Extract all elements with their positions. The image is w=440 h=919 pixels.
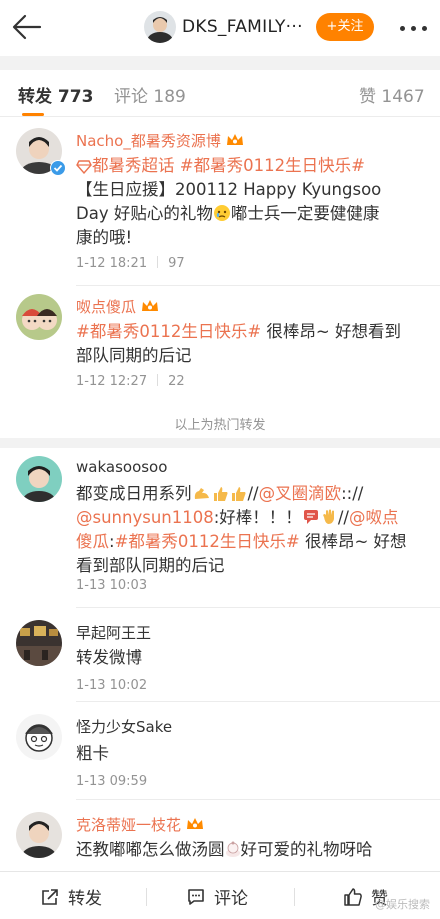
user-name[interactable]: Nacho_都暑秀资源博 (76, 130, 245, 151)
like-count[interactable]: 97 (168, 256, 185, 271)
list-item[interactable]: 呶点傻瓜 #都暑秀0112生日快乐# 很棒昂~ 好想看到 部队同期的后记 1-1… (0, 286, 440, 398)
tab-likes[interactable]: 赞 1467 (359, 82, 425, 107)
timestamp: 1-13 10:02 (76, 678, 148, 693)
list-item[interactable]: wakasoosoo 都变成日用系列//@叉圈滴欧::// @sunnysun1… (0, 448, 440, 608)
crown-icon (142, 300, 159, 311)
tab-comments[interactable]: 评论 189 (114, 82, 186, 107)
repost-text: 都暑秀超话 #都暑秀0112生日快乐# 【生日应援】200112 Happy K… (76, 154, 424, 250)
back-arrow-icon[interactable] (10, 12, 44, 42)
repost-text: #都暑秀0112生日快乐# 很棒昂~ 好想看到 部队同期的后记 (76, 320, 424, 368)
more-icon[interactable] (398, 26, 428, 32)
repost-text: 都变成日用系列//@叉圈滴欧::// @sunnysun1108:好棒！！！//… (76, 482, 424, 578)
timestamp: 1-13 09:59 (76, 774, 148, 789)
speech-bubble-emoji-icon (303, 510, 318, 524)
user-name[interactable]: 呶点傻瓜 (76, 296, 160, 317)
diamond-icon (76, 160, 92, 174)
thumbs-up-icon (344, 888, 362, 906)
mention-link[interactable]: @呶点 (349, 508, 399, 527)
timestamp: 1-12 12:27 (76, 374, 148, 389)
thumbs-up-emoji-icon (231, 487, 245, 501)
divider (146, 888, 147, 906)
divider (0, 116, 440, 117)
comment-button[interactable]: 评论 (186, 884, 248, 909)
crown-icon (226, 134, 243, 145)
timestamp: 1-12 18:21 (76, 256, 148, 271)
text-line: 【生日应援】200112 Happy Kyungsoo (76, 180, 382, 199)
text-line: 嘟士兵一定要健健康 (230, 204, 380, 223)
user-name[interactable]: wakasoosoo (76, 458, 167, 476)
comment-icon (188, 889, 204, 905)
repost-meta: 1-13 10:03 (76, 578, 147, 593)
tab-reposts[interactable]: 转发 773 (18, 82, 93, 107)
text-line: ::// (341, 484, 364, 503)
repost-meta: 1-13 09:59 (76, 774, 147, 789)
list-item[interactable]: 早起阿王王 转发微博 1-13 10:02 (0, 608, 440, 702)
mention-link[interactable]: @sunnysun1108 (76, 508, 214, 527)
avatar[interactable] (16, 294, 62, 340)
muscle-emoji-icon (194, 488, 209, 499)
section-gap (0, 56, 440, 70)
text-line: 康的哦! (76, 228, 133, 247)
text-line: 很棒昂~ 好想看到 (261, 322, 401, 341)
hand-emoji-icon (323, 509, 334, 524)
repost-button[interactable]: 转发 (40, 884, 102, 909)
user-name[interactable]: 克洛蒂娅一枝花 (76, 814, 205, 835)
user-name[interactable]: 怪力少女Sake (76, 716, 172, 737)
avatar[interactable] (16, 620, 62, 666)
crown-icon (187, 818, 204, 829)
avatar[interactable] (144, 11, 176, 43)
repost-meta: 1-12 12:27 22 (76, 374, 185, 389)
divider (294, 888, 295, 906)
repost-text: 还教嘟嘟怎么做汤圆 好可爱的礼物呀哈 (76, 838, 424, 862)
text-line: 很棒昂~ 好想 (299, 532, 407, 551)
avatar[interactable] (16, 456, 62, 502)
text-line: :好棒！！！ (213, 508, 302, 527)
text-line: 都变成日用系列 (76, 484, 192, 503)
text-line: 好可爱的礼物呀哈 (240, 840, 373, 859)
text-line: 还教嘟嘟怎么做汤圆 (76, 840, 225, 859)
list-item[interactable]: 克洛蒂娅一枝花 还教嘟嘟怎么做汤圆 好可爱的礼物呀哈 (0, 800, 440, 871)
watermark: @娱乐搜索 (375, 898, 430, 911)
text-line: Day 好贴心的礼物 (76, 204, 213, 223)
hot-reposts-label: 以上为热门转发 (174, 418, 266, 433)
super-topic-link[interactable]: 都暑秀超话 (92, 156, 175, 175)
thumbs-up-emoji-icon (213, 487, 227, 501)
timestamp: 1-13 10:03 (76, 578, 148, 593)
user-name[interactable]: 早起阿王王 (76, 622, 151, 643)
repost-text: 转发微博 (76, 648, 142, 667)
avatar[interactable] (16, 812, 62, 858)
hashtag-link[interactable]: #都暑秀0112生日快乐# (76, 322, 261, 341)
tab-bar: 转发 773 评论 189 赞 1467 (0, 70, 440, 116)
page-title: DKS_FAMILY··· (182, 17, 303, 37)
top-bar: DKS_FAMILY··· +关注 (0, 0, 440, 56)
section-gap (0, 438, 440, 448)
bottom-action-bar: 转发 评论 赞 (0, 871, 440, 919)
hashtag-link[interactable]: #都暑秀0112生日快乐# (180, 156, 365, 175)
verified-icon (50, 160, 66, 176)
list-item[interactable]: Nacho_都暑秀资源博 都暑秀超话 #都暑秀0112生日快乐# 【生日应援】2… (0, 118, 440, 286)
repost-meta: 1-12 18:21 97 (76, 256, 185, 271)
dumpling-emoji-icon (225, 841, 240, 857)
hashtag-link[interactable]: #都暑秀0112生日快乐# (115, 532, 300, 551)
share-icon (42, 889, 58, 905)
mention-link[interactable]: 傻瓜 (76, 532, 109, 551)
text-line: 看到部队同期的后记 (76, 556, 225, 575)
repost-meta: 1-13 10:02 (76, 678, 147, 693)
text-line: 部队同期的后记 (76, 346, 192, 365)
text-line: // (247, 484, 259, 503)
cry-emoji-icon (213, 205, 230, 221)
like-count[interactable]: 22 (168, 374, 185, 389)
mention-link[interactable]: @叉圈滴欧 (259, 484, 342, 503)
list-item[interactable]: 怪力少女Sake 粗卡 1-13 09:59 (0, 702, 440, 800)
avatar[interactable] (16, 714, 62, 760)
text-line: // (337, 508, 349, 527)
repost-text: 粗卡 (76, 744, 109, 763)
follow-button[interactable]: +关注 (316, 13, 374, 41)
